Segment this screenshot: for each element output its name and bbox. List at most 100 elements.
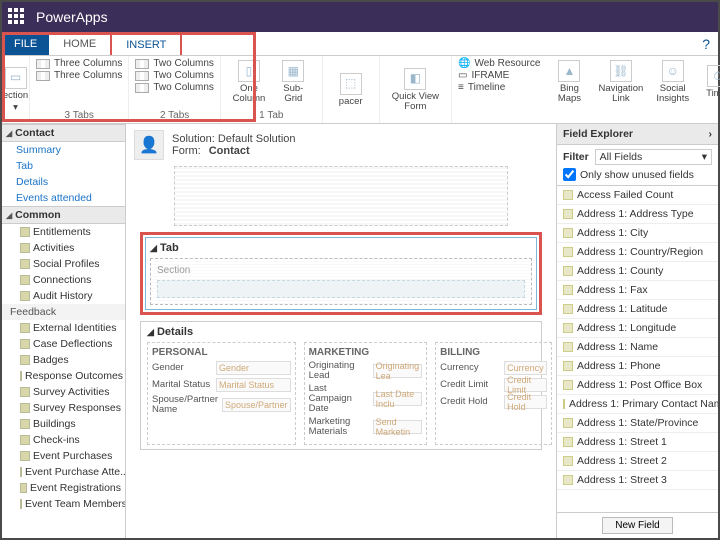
field-list-item[interactable]: Address 1: Post Office Box — [557, 376, 718, 395]
field-list-item[interactable]: Address 1: City — [557, 224, 718, 243]
field-label: Spouse/Partner Name — [152, 395, 218, 415]
field-list-item[interactable]: Address 1: Phone — [557, 357, 718, 376]
nav-item[interactable]: Event Team Members — [2, 496, 125, 512]
nav-item[interactable]: Event Purchases — [2, 448, 125, 464]
field-list-item[interactable]: Address 1: Country/Region — [557, 243, 718, 262]
nav-item[interactable]: Tab — [2, 158, 125, 174]
field-list-item[interactable]: Address 1: Street 2 — [557, 452, 718, 471]
filter-select[interactable]: All Fields▾ — [595, 149, 712, 165]
nav-item[interactable]: Badges — [2, 352, 125, 368]
form-canvas: 👤 Solution: Default Solution Form:Contac… — [126, 124, 556, 538]
canvas-placeholder[interactable] — [174, 166, 508, 226]
ribbon-navigation-link[interactable]: ⛓Navigation Link — [592, 58, 649, 106]
field-icon — [563, 456, 573, 466]
nav-item[interactable]: Activities — [2, 240, 125, 256]
unused-fields-label: Only show unused fields — [580, 169, 694, 181]
field-input[interactable]: Marital Status — [216, 378, 291, 392]
ribbon-web-resource[interactable]: 🌐 Web Resource — [458, 58, 540, 69]
field-input[interactable]: Credit Hold — [504, 395, 547, 409]
list-icon — [20, 243, 30, 253]
field-list-item[interactable]: Address 1: Address Type — [557, 205, 718, 224]
unused-fields-checkbox[interactable] — [563, 168, 576, 181]
field-list-item[interactable]: Address 1: Primary Contact Name — [557, 395, 718, 414]
ribbon-group-3tabs-label: 3 Tabs — [65, 110, 94, 121]
ribbon-timeline[interactable]: ≡ Timeline — [458, 82, 540, 93]
nav-item[interactable]: Events attended — [2, 190, 125, 206]
ribbon-two-cols-c[interactable]: Two Columns — [135, 82, 214, 93]
nav-item[interactable]: Entitlements — [2, 224, 125, 240]
nav-item[interactable]: Details — [2, 174, 125, 190]
field-label: Originating Lead — [309, 361, 369, 381]
list-icon — [20, 435, 30, 445]
nav-item[interactable]: Survey Responses — [2, 400, 125, 416]
field-list-item[interactable]: Address 1: Longitude — [557, 319, 718, 338]
ribbon-two-cols-b[interactable]: Two Columns — [135, 70, 214, 81]
nav-item[interactable]: Response Outcomes — [2, 368, 125, 384]
ribbon-social-insights[interactable]: ☺Social Insights — [650, 58, 695, 106]
ribbon-quick-view[interactable]: ◧Quick View Form — [386, 66, 445, 114]
nav-item[interactable]: Check-ins — [2, 432, 125, 448]
field-icon — [563, 209, 573, 219]
nav-feedback[interactable]: Feedback — [2, 304, 125, 320]
field-icon — [563, 285, 573, 295]
ribbon-sub-grid[interactable]: ▦Sub-Grid — [271, 58, 316, 106]
field-input[interactable]: Gender — [216, 361, 291, 375]
field-list-item[interactable]: Address 1: Street 3 — [557, 471, 718, 490]
nav-item[interactable]: Event Registrations — [2, 480, 125, 496]
column-header: MARKETING — [309, 347, 423, 358]
ribbon-group-control-label: Control — [458, 110, 720, 121]
details-column[interactable]: PERSONALGenderGenderMarital StatusMarita… — [147, 342, 296, 445]
new-field-button[interactable]: New Field — [602, 517, 672, 534]
nav-section-common[interactable]: Common — [2, 206, 125, 224]
app-launcher-icon[interactable] — [8, 8, 26, 26]
help-icon[interactable]: ? — [702, 36, 710, 52]
tab-file[interactable]: FILE — [2, 32, 49, 55]
details-tab[interactable]: ◢ Details PERSONALGenderGenderMarital St… — [140, 321, 542, 450]
titlebar: PowerApps — [2, 2, 718, 32]
field-input[interactable]: Originating Lea — [373, 364, 423, 378]
field-list-item[interactable]: Address 1: Fax — [557, 281, 718, 300]
details-column[interactable]: MARKETING Originating Lead Originating Lea… — [304, 342, 428, 445]
nav-item[interactable]: Connections — [2, 272, 125, 288]
tab-insert[interactable]: INSERT — [110, 32, 182, 55]
ribbon-timer[interactable]: ⏱Timer — [696, 58, 720, 106]
tab-home[interactable]: HOME — [49, 32, 110, 55]
field-list-item[interactable]: Address 1: Street 1 — [557, 433, 718, 452]
field-input[interactable]: Credit Limit — [504, 378, 547, 392]
chevron-right-icon[interactable]: › — [709, 128, 713, 140]
field-list-item[interactable]: Address 1: Latitude — [557, 300, 718, 319]
column-header: BILLING — [440, 347, 547, 358]
field-input[interactable]: Spouse/Partner — [222, 398, 291, 412]
nav-item[interactable]: External Identities — [2, 320, 125, 336]
nav-item[interactable]: Buildings — [2, 416, 125, 432]
nav-section-contact[interactable]: Contact — [2, 124, 125, 142]
ribbon-one-column[interactable]: ▯One Column — [227, 58, 271, 106]
nav-item[interactable]: Event Purchase Atte... — [2, 464, 125, 480]
field-input[interactable]: Currency — [504, 361, 547, 375]
list-icon — [20, 291, 30, 301]
tab-container[interactable]: ◢ Tab Section — [145, 237, 537, 310]
field-list-item[interactable]: Address 1: Name — [557, 338, 718, 357]
ribbon-spacer[interactable]: ⬚pacer — [329, 71, 373, 109]
nav-item[interactable]: Case Deflections — [2, 336, 125, 352]
ribbon-bing-maps[interactable]: ▲Bing Maps — [547, 58, 591, 106]
column-header: PERSONAL — [152, 347, 291, 358]
field-input[interactable]: Last Date Inclu — [373, 392, 423, 406]
field-input[interactable]: Send Marketin — [373, 420, 423, 434]
ribbon-three-cols-b[interactable]: Three Columns — [36, 70, 122, 81]
section-container[interactable]: Section — [150, 258, 532, 305]
nav-item[interactable]: Audit History — [2, 288, 125, 304]
field-list-item[interactable]: Access Failed Count — [557, 186, 718, 205]
nav-item[interactable]: Summary — [2, 142, 125, 158]
details-column[interactable]: BILLINGCurrencyCurrencyCredit LimitCredi… — [435, 342, 552, 445]
nav-item[interactable]: Survey Activities — [2, 384, 125, 400]
section-field-placeholder[interactable] — [157, 280, 525, 298]
list-icon — [20, 371, 22, 381]
ribbon-two-cols-a[interactable]: Two Columns — [135, 58, 214, 69]
ribbon-iframe[interactable]: ▭ IFRAME — [458, 70, 540, 81]
field-label: Credit Hold — [440, 397, 500, 407]
field-list-item[interactable]: Address 1: County — [557, 262, 718, 281]
nav-item[interactable]: Social Profiles — [2, 256, 125, 272]
field-list-item[interactable]: Address 1: State/Province — [557, 414, 718, 433]
ribbon-three-cols-a[interactable]: Three Columns — [36, 58, 122, 69]
